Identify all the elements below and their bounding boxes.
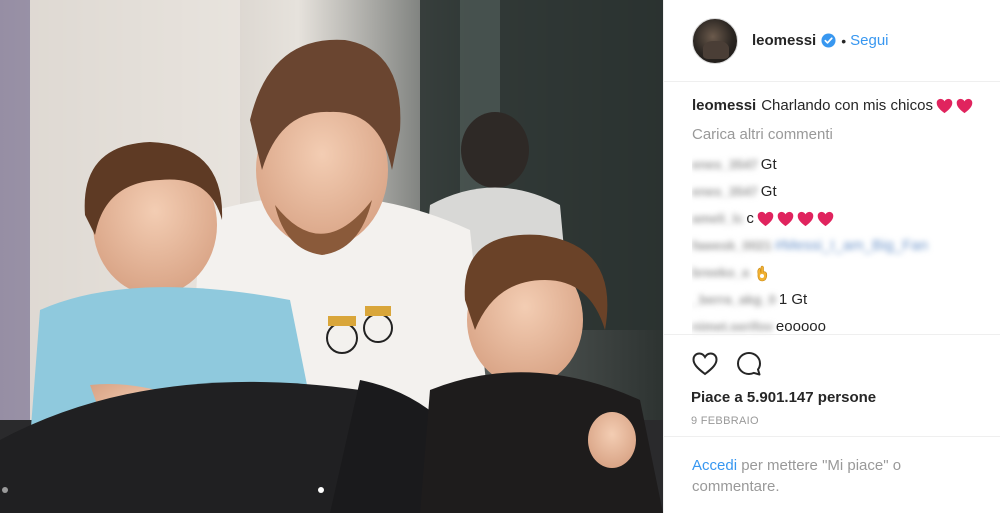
carousel-dot	[2, 487, 8, 493]
header-username[interactable]: leomessi	[752, 32, 816, 49]
comment-item: enes_3547 Gt	[692, 151, 992, 178]
red-heart-emoji-icon	[777, 211, 794, 226]
likes-count[interactable]: Piace a 5.901.147 persone	[691, 389, 1000, 406]
red-heart-emoji-icon	[797, 211, 814, 226]
comment-username[interactable]: fawesk_0021	[692, 236, 772, 256]
post-caption: leomessi Charlando con mis chicos	[692, 96, 992, 116]
comment-item: _berra_akg_0 1 Gt	[692, 286, 992, 313]
post-date[interactable]: 9 FEBBRAIO	[691, 415, 1000, 427]
carousel-dot-active	[318, 487, 324, 493]
comment-item: breeko_a	[692, 259, 992, 286]
comment-item: enes_3547 Gt	[692, 178, 992, 205]
comment-username[interactable]: breeko_a	[692, 263, 749, 283]
avatar[interactable]	[692, 17, 738, 64]
load-more-comments-button[interactable]: Carica altri commenti	[692, 125, 992, 145]
post-actions: Piace a 5.901.147 persone 9 FEBBRAIO	[664, 334, 1000, 427]
red-heart-emoji-icon	[936, 98, 953, 114]
header-separator: •	[841, 32, 847, 49]
post-photo-image	[0, 0, 663, 513]
login-prompt: Accedi per mettere "Mi piace" o commenta…	[664, 436, 1000, 497]
caption-username[interactable]: leomessi	[692, 96, 756, 116]
post-header: leomessi • Segui	[664, 0, 1000, 82]
comment-username[interactable]: _berra_akg_0	[692, 290, 776, 310]
comment-list: enes_3547 Gt enes_3547 Gt ameli_lc c faw…	[692, 151, 992, 340]
login-link[interactable]: Accedi	[692, 457, 737, 474]
red-heart-emoji-icon	[817, 211, 834, 226]
ok-hand-emoji-icon	[757, 265, 768, 281]
caption-text: Charlando con mis chicos	[761, 97, 933, 114]
red-heart-emoji-icon	[956, 98, 973, 114]
comment-text: Gt	[760, 155, 777, 173]
post-photo[interactable]	[0, 0, 663, 513]
comment-item: ameli_lc c	[692, 205, 992, 232]
carousel-indicator	[0, 487, 663, 495]
verified-badge-icon	[821, 33, 836, 48]
comment-icon[interactable]	[735, 350, 763, 378]
red-heart-emoji-icon	[757, 211, 774, 226]
heart-icon[interactable]	[691, 350, 719, 378]
comment-hashtag-text[interactable]: #Messi_I_am_Big_Fan	[775, 236, 928, 256]
comment-username[interactable]: ameli_lc	[692, 209, 743, 229]
comment-text: 1 Gt	[778, 290, 808, 308]
comment-item: fawesk_0021 #Messi_I_am_Big_Fan	[692, 232, 992, 259]
post-sidebar: leomessi • Segui leomessi Charlando con …	[663, 0, 1000, 513]
comment-text: Gt	[760, 182, 777, 200]
action-icons	[691, 349, 1000, 379]
comments-section: leomessi Charlando con mis chicos Carica…	[692, 96, 992, 340]
follow-button[interactable]: Segui	[850, 32, 888, 49]
comment-username[interactable]: enes_3547	[692, 155, 758, 175]
comment-text: c	[746, 209, 754, 227]
comment-username[interactable]: enes_3547	[692, 182, 758, 202]
